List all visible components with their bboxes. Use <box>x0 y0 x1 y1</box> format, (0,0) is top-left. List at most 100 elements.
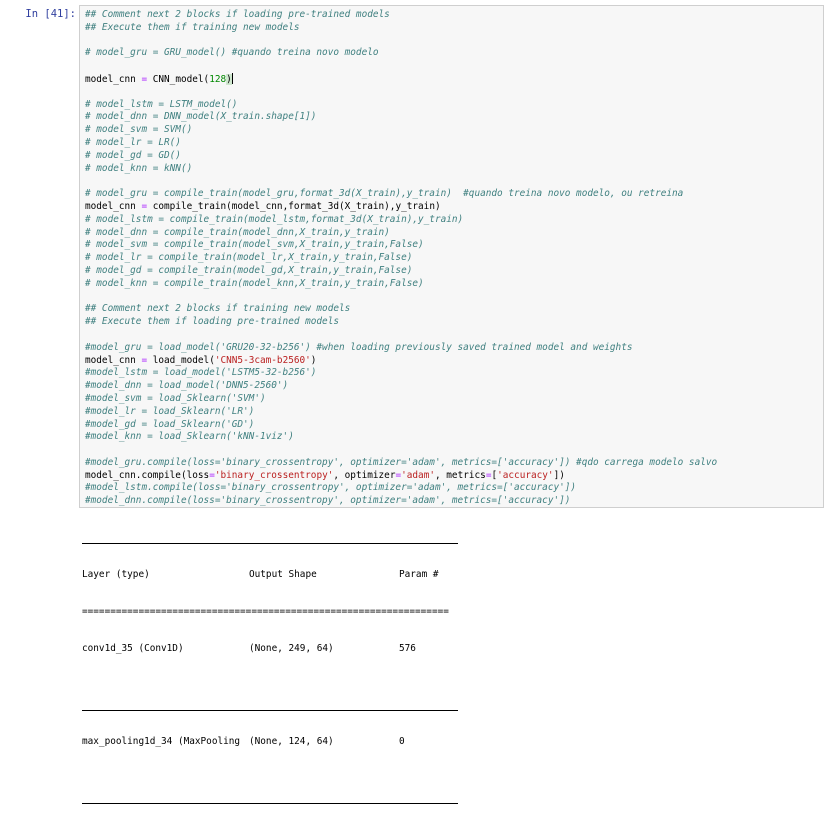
code-line[interactable]: # model_dnn = compile_train(model_dnn,X_… <box>85 227 819 240</box>
row-output-shape: (None, 124, 64) <box>249 735 334 747</box>
code-token: model_cnn <box>85 73 142 85</box>
code-token: load_model( <box>147 354 215 366</box>
code-token: # model_lstm = compile_train(model_lstm,… <box>85 213 464 225</box>
code-token: #model_dnn.compile(loss='binary_crossent… <box>85 495 571 507</box>
code-line[interactable]: #model_gd = load_Sklearn('GD') <box>85 419 819 432</box>
code-line[interactable]: #model_lstm.compile(loss='binary_crossen… <box>85 482 819 495</box>
code-token: #model_gd = load_Sklearn('GD') <box>85 418 255 430</box>
code-line[interactable]: #model_gru.compile(loss='binary_crossent… <box>85 457 819 470</box>
code-token: 'binary_crossentropy' <box>214 469 334 481</box>
code-token: # model_knn = kNN() <box>85 162 193 174</box>
code-line[interactable]: # model_dnn = DNN_model(X_train.shape[1]… <box>85 111 819 124</box>
code-token: #model_lstm.compile(loss='binary_crossen… <box>85 482 577 494</box>
code-token: # model_gru = GRU_model() #quando treina… <box>85 47 379 59</box>
code-line[interactable]: # model_gd = GD() <box>85 150 819 163</box>
code-token: ## Execute them if loading pre-trained m… <box>85 316 339 328</box>
code-token: # model_gd = GD() <box>85 149 181 161</box>
code-line[interactable] <box>85 329 819 342</box>
output-rule-top <box>82 542 458 544</box>
code-line[interactable] <box>85 291 819 304</box>
output-rule <box>82 710 458 712</box>
code-token: ## Comment next 2 blocks if loading pre-… <box>85 9 390 20</box>
code-token: ) <box>310 354 317 366</box>
code-token: # model_lstm = LSTM_model() <box>85 98 238 110</box>
code-line[interactable]: model_cnn = compile_train(model_cnn,form… <box>85 201 819 214</box>
output-rule-bottom <box>82 802 458 804</box>
code-token: #model_gru.compile(loss='binary_crossent… <box>85 456 718 468</box>
output-header-row: Layer (type) Output Shape Param # <box>82 569 462 581</box>
code-line[interactable]: ## Execute them if loading pre-trained m… <box>85 316 819 329</box>
code-line[interactable]: #model_dnn = load_model('DNN5-2560') <box>85 380 819 393</box>
header-layer: Layer (type) <box>82 568 150 580</box>
code-line[interactable]: # model_gru = GRU_model() #quando treina… <box>85 47 819 60</box>
code-line[interactable]: model_cnn.compile(loss='binary_crossentr… <box>85 470 819 483</box>
code-line[interactable]: # model_svm = SVM() <box>85 124 819 137</box>
code-line[interactable]: ## Execute them if training new models <box>85 22 819 35</box>
code-line[interactable]: ## Comment next 2 blocks if training new… <box>85 303 819 316</box>
code-line[interactable]: # model_knn = compile_train(model_knn,X_… <box>85 278 819 291</box>
cell-output: Layer (type) Output Shape Param # ========… <box>82 518 462 829</box>
code-line[interactable] <box>85 444 819 457</box>
code-token: # model_gru = compile_train(model_gru,fo… <box>85 188 684 200</box>
code-line[interactable]: # model_lr = LR() <box>85 137 819 150</box>
code-line[interactable]: #model_gru = load_model('GRU20-32-b256')… <box>85 342 819 355</box>
notebook-code-cell: In [41]: ## Comment next 2 blocks if loa… <box>0 0 836 804</box>
code-token: model_cnn.compile(loss <box>85 469 210 481</box>
code-editor[interactable]: ## Comment next 2 blocks if loading pre-… <box>79 5 824 508</box>
code-token: #model_lr = load_Sklearn('LR') <box>85 405 255 417</box>
code-token: # model_knn = compile_train(model_knn,X_… <box>85 277 424 289</box>
text-cursor <box>231 72 233 84</box>
code-token: 'adam' <box>401 469 435 481</box>
code-line[interactable]: #model_knn = load_Sklearn('kNN-1viz') <box>85 431 819 444</box>
code-line[interactable]: # model_gd = compile_train(model_gd,X_tr… <box>85 265 819 278</box>
header-output-shape: Output Shape <box>249 568 317 580</box>
code-token: ]) <box>553 469 565 481</box>
code-line[interactable] <box>85 35 819 48</box>
row-param: 576 <box>399 643 416 655</box>
code-token: model_cnn <box>85 200 142 212</box>
code-token: # model_gd = compile_train(model_gd,X_tr… <box>85 264 413 276</box>
code-line[interactable]: #model_lstm = load_model('LSTM5-32-b256'… <box>85 367 819 380</box>
output-row-maxpool: max_pooling1d_34 (MaxPooling (None, 124, … <box>82 736 462 748</box>
output-double-rule: ========================================… <box>82 605 449 617</box>
code-line[interactable]: # model_lstm = LSTM_model() <box>85 99 819 112</box>
code-token: #model_gru = load_model('GRU20-32-b256')… <box>85 341 633 353</box>
code-token: 128 <box>209 73 227 85</box>
row-param: 0 <box>399 735 405 747</box>
code-token: 'accuracy' <box>497 469 554 481</box>
code-line[interactable]: # model_svm = compile_train(model_svm,X_… <box>85 239 819 252</box>
code-token: #model_knn = load_Sklearn('kNN-1viz') <box>85 431 294 443</box>
code-token: , optimizer <box>333 469 396 481</box>
code-line[interactable]: ## Comment next 2 blocks if loading pre-… <box>85 9 819 22</box>
code-token: #model_dnn = load_model('DNN5-2560') <box>85 380 289 392</box>
row-output-shape: (None, 249, 64) <box>249 643 334 655</box>
code-token: # model_svm = SVM() <box>85 124 193 136</box>
code-token: # model_svm = compile_train(model_svm,X_… <box>85 239 424 251</box>
code-line[interactable] <box>85 86 819 99</box>
code-line[interactable]: model_cnn = CNN_model(128) <box>85 72 819 86</box>
code-line[interactable]: model_cnn = load_model('CNN5-3cam-b2560'… <box>85 355 819 368</box>
code-line[interactable]: # model_knn = kNN() <box>85 163 819 176</box>
code-token: #model_lstm = load_model('LSTM5-32-b256'… <box>85 367 317 379</box>
row-layer: conv1d_35 (Conv1D) <box>82 643 184 655</box>
code-token: #model_svm = load_Sklearn('SVM') <box>85 392 266 404</box>
code-line[interactable]: #model_lr = load_Sklearn('LR') <box>85 406 819 419</box>
code-line[interactable] <box>85 60 819 73</box>
output-row-conv1d: conv1d_35 (Conv1D) (None, 249, 64) 576 <box>82 643 462 655</box>
code-line[interactable]: # model_lstm = compile_train(model_lstm,… <box>85 214 819 227</box>
code-token: CNN_model( <box>147 73 210 85</box>
row-layer: max_pooling1d_34 (MaxPooling <box>82 735 241 747</box>
code-token: # model_dnn = compile_train(model_dnn,X_… <box>85 226 390 238</box>
code-line[interactable]: # model_gru = compile_train(model_gru,fo… <box>85 188 819 201</box>
code-text[interactable]: ## Comment next 2 blocks if loading pre-… <box>85 9 819 508</box>
code-token: ## Execute them if training new models <box>85 21 300 33</box>
input-prompt: In [41]: <box>25 8 76 20</box>
code-token: ## Comment next 2 blocks if training new… <box>85 303 351 315</box>
code-line[interactable]: #model_dnn.compile(loss='binary_crossent… <box>85 495 819 508</box>
code-line[interactable]: #model_svm = load_Sklearn('SVM') <box>85 393 819 406</box>
code-line[interactable] <box>85 175 819 188</box>
code-token: # model_lr = LR() <box>85 136 181 148</box>
code-token: model_cnn <box>85 354 142 366</box>
code-line[interactable]: # model_lr = compile_train(model_lr,X_tr… <box>85 252 819 265</box>
code-token: , metrics <box>435 469 486 481</box>
